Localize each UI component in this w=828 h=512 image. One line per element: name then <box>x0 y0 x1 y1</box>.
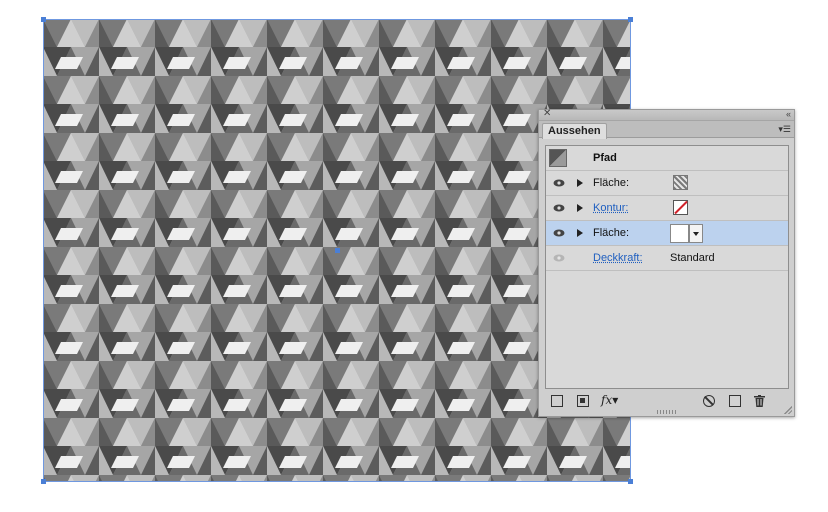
white-fill-swatch[interactable] <box>670 224 689 243</box>
opacity-value: Standard <box>670 252 715 264</box>
expand-arrow-icon[interactable] <box>577 179 583 187</box>
pattern-swatch[interactable] <box>673 175 688 190</box>
trash-icon[interactable] <box>754 395 765 407</box>
object-header-row[interactable]: Pfad <box>546 146 788 171</box>
opacity-link[interactable]: Deckkraft: <box>593 252 643 264</box>
add-new-fill-icon[interactable] <box>577 395 589 407</box>
collapse-icon[interactable]: ‹‹ <box>786 108 791 120</box>
selection-edge-top <box>43 19 631 20</box>
handle-top-left[interactable] <box>41 17 46 22</box>
swatch-dropdown-button[interactable] <box>689 224 703 243</box>
path-thumbnail <box>549 149 567 167</box>
selection-edge-bottom <box>43 481 631 482</box>
close-icon[interactable]: ✕ <box>543 108 551 120</box>
stroke-link[interactable]: Kontur: <box>593 202 628 214</box>
eye-icon[interactable] <box>553 204 565 212</box>
center-point-handle[interactable] <box>335 248 340 253</box>
expand-arrow-icon[interactable] <box>577 229 583 237</box>
fill-row-2[interactable]: Fläche: <box>546 221 788 246</box>
add-effect-button[interactable]: fx▾ <box>601 393 621 407</box>
fx-icon: fx <box>601 393 613 407</box>
add-new-stroke-icon[interactable] <box>551 395 563 407</box>
eye-icon[interactable] <box>553 229 565 237</box>
handle-bottom-left[interactable] <box>41 479 46 484</box>
expand-arrow-icon[interactable] <box>577 204 583 212</box>
eye-icon[interactable] <box>553 179 565 187</box>
duplicate-item-icon[interactable] <box>729 395 741 407</box>
panel-menu-icon[interactable]: ▾☰ <box>778 124 791 134</box>
selection-edge-left <box>43 19 44 482</box>
appearance-panel: ✕ ‹‹ Aussehen ▾☰ Pfad Fläche: Kontur: Fl… <box>538 108 795 417</box>
panel-resize-grip[interactable] <box>657 410 677 414</box>
fill-label: Fläche: <box>593 227 630 239</box>
handle-bottom-right[interactable] <box>628 479 633 484</box>
no-color-swatch[interactable] <box>673 200 688 215</box>
eye-icon-disabled <box>553 254 565 262</box>
resize-corner-icon[interactable] <box>784 406 792 414</box>
handle-top-right[interactable] <box>628 17 633 22</box>
object-type-label: Pfad <box>593 152 617 164</box>
clear-appearance-icon[interactable] <box>703 395 715 407</box>
fill-label: Fläche: <box>593 177 630 189</box>
fill-row-1[interactable]: Fläche: <box>546 171 788 196</box>
panel-title-bar[interactable]: ✕ ‹‹ <box>539 108 794 121</box>
stroke-row[interactable]: Kontur: <box>546 196 788 221</box>
appearance-list: Pfad Fläche: Kontur: Fläche: Deckkraft: … <box>545 145 789 389</box>
tab-appearance[interactable]: Aussehen <box>542 123 607 139</box>
opacity-row[interactable]: Deckkraft: Standard <box>546 246 788 271</box>
panel-tab-bar: Aussehen ▾☰ <box>539 121 794 139</box>
